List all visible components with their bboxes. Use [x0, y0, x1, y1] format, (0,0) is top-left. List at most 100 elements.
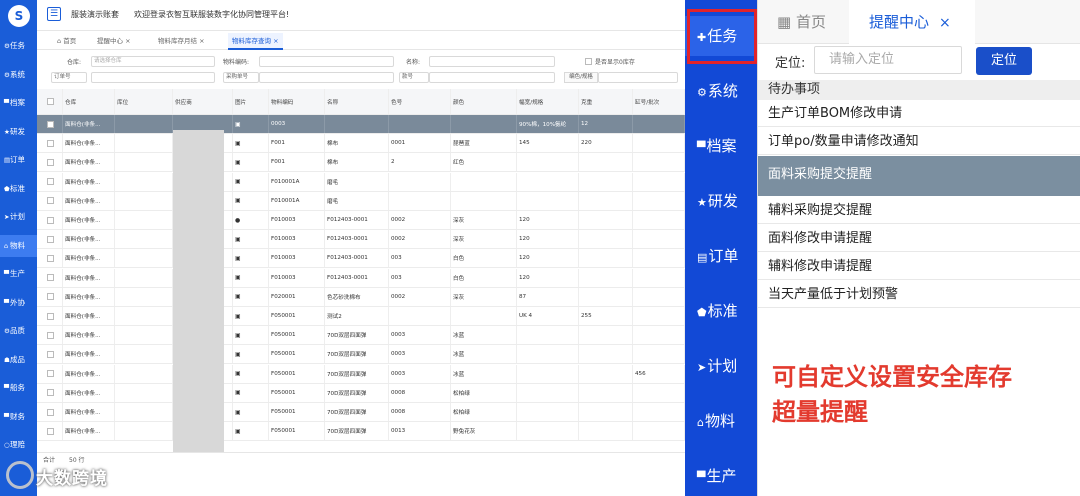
row-checkbox[interactable] — [47, 254, 54, 262]
menu-toggle-icon[interactable]: ☰ — [47, 7, 61, 21]
left-nav-item-11[interactable]: ☗成品 — [0, 349, 37, 371]
todo-item[interactable]: 当天产量低于计划预警 — [757, 281, 1080, 308]
table-row[interactable]: 面料仓(非条... ▣ F050001 70D双层四面弹 0003 冰蓝 — [37, 345, 685, 365]
left-nav-item-10[interactable]: ⚙品质 — [0, 320, 37, 342]
row-checkbox-cell[interactable] — [37, 230, 63, 249]
left-nav-item-14[interactable]: ○理赔 — [0, 434, 37, 456]
left-nav-item-5[interactable]: ⬟标准 — [0, 178, 37, 200]
left-nav-item-4[interactable]: ▤订单 — [0, 149, 37, 171]
table-row[interactable]: 面料仓(非条... ▣ F050001 70D双层四面弹 0003 冰蓝 — [37, 326, 685, 346]
left-nav-item-13[interactable]: ▀财务 — [0, 406, 37, 428]
order-no-input[interactable]: 订单号 — [51, 72, 87, 83]
table-row[interactable]: 面料仓(非条... ▣ F001 棉布 0001 琵琶蓝 145 220 — [37, 134, 685, 154]
left-nav-item-0[interactable]: ⚙任务 — [0, 35, 37, 57]
row-checkbox-cell[interactable] — [37, 287, 63, 306]
left-nav-item-12[interactable]: ▀船务 — [0, 377, 37, 399]
tab-material-monthly[interactable]: 物料库存月结 × — [158, 33, 205, 50]
purchase-no-value[interactable] — [259, 72, 394, 83]
table-row[interactable]: 面料仓(非条... ▣ F050001 测试2 UK 4 255 — [37, 307, 685, 326]
left-nav-item-9[interactable]: ▀外协 — [0, 292, 37, 314]
row-checkbox[interactable] — [47, 120, 54, 128]
row-checkbox[interactable] — [47, 427, 54, 435]
row-checkbox[interactable] — [47, 158, 54, 166]
left-nav-item-3[interactable]: ★研发 — [0, 121, 37, 143]
table-row[interactable]: 面料仓(非条... ▣ F010001A 磨毛 — [37, 172, 685, 192]
row-checkbox[interactable] — [47, 178, 54, 186]
row-checkbox-cell[interactable] — [37, 364, 63, 383]
row-checkbox-cell[interactable] — [37, 172, 63, 191]
todo-item[interactable]: 辅料采购提交提醒 — [757, 197, 1080, 224]
table-row[interactable]: 面料仓(非条... ▣ F050001 70D双层四面弹 0008 松柏绿 — [37, 403, 685, 422]
table-row[interactable]: 面料仓(非条... ▣ F050001 70D双层四面弹 0008 松柏绿 — [37, 383, 685, 403]
table-row[interactable]: 面料仓(非条... ▣ F010003 F012403-0001 003 白色 120 — [37, 249, 685, 269]
close-icon[interactable]: × — [939, 15, 951, 31]
column-header[interactable] — [37, 89, 63, 114]
right-nav-item-7[interactable]: ⌂物料 — [685, 401, 757, 441]
table-row[interactable]: 面料仓(非条... ● F010003 F012403-0001 0002 深灰 120 — [37, 211, 685, 230]
table-row[interactable]: 面料仓(非条... ▣ F050001 70D双层四面弹 0013 野兔花灰 — [37, 422, 685, 442]
row-checkbox[interactable] — [47, 370, 54, 378]
todo-item[interactable]: 生产订单BOM修改申请 — [757, 100, 1080, 127]
table-row[interactable]: 面料仓(非条... ▣ F010001A 磨毛 — [37, 191, 685, 211]
locate-input[interactable]: 请输入定位 — [814, 46, 962, 74]
row-checkbox-cell[interactable] — [37, 115, 63, 133]
row-checkbox[interactable] — [47, 139, 54, 147]
row-checkbox-cell[interactable] — [37, 345, 63, 364]
material-code-input[interactable] — [259, 56, 394, 67]
left-nav-item-1[interactable]: ⚙系统 — [0, 64, 37, 86]
right-nav-item-2[interactable]: ▀档案 — [685, 126, 757, 166]
row-checkbox-cell[interactable] — [37, 383, 63, 402]
color-spec-value[interactable] — [598, 72, 678, 83]
row-checkbox-cell[interactable] — [37, 403, 63, 421]
table-row[interactable]: 面料仓(非条... ▣ F050001 70D双层四面弹 0003 冰蓝 456 — [37, 364, 685, 384]
locate-button[interactable]: 定位 — [976, 47, 1032, 75]
show-zero-checkbox[interactable] — [585, 58, 592, 65]
order-no-value[interactable] — [91, 72, 215, 83]
style-no-input[interactable]: 款号 — [399, 72, 429, 83]
row-checkbox-cell[interactable] — [37, 326, 63, 345]
table-row[interactable]: 面料仓(非条... ▣ 0003 90%棉，10%氨纶 12 — [37, 115, 685, 134]
todo-item[interactable]: 面料采购提交提醒 — [757, 156, 1080, 196]
color-spec-button[interactable]: 编色/规格 — [564, 72, 598, 83]
left-nav-item-2[interactable]: ▀档案 — [0, 92, 37, 114]
todo-item[interactable]: 订单po/数量申请修改通知 — [757, 128, 1080, 155]
row-checkbox[interactable] — [47, 389, 54, 397]
row-checkbox-cell[interactable] — [37, 211, 63, 229]
right-nav-item-8[interactable]: ▀生产 — [685, 456, 757, 496]
row-checkbox-cell[interactable] — [37, 249, 63, 268]
table-row[interactable]: 面料仓(非条... ▣ F010003 F012403-0001 0002 深灰 120 — [37, 230, 685, 250]
table-row[interactable]: 面料仓(非条... ▣ F020001 色芯砂洗棉布 0002 深灰 87 — [37, 287, 685, 307]
style-no-value[interactable] — [429, 72, 555, 83]
row-checkbox-cell[interactable] — [37, 268, 63, 287]
right-nav-item-5[interactable]: ⬟标准 — [685, 291, 757, 331]
row-checkbox[interactable] — [47, 350, 54, 358]
tab-home[interactable]: ▦ 首页 — [777, 0, 826, 44]
row-checkbox[interactable] — [47, 312, 54, 320]
left-nav-item-6[interactable]: ➤计划 — [0, 206, 37, 228]
tab-material-stock-query[interactable]: 物料库存查询 × — [228, 33, 283, 50]
row-checkbox-cell[interactable] — [37, 307, 63, 325]
row-checkbox-cell[interactable] — [37, 422, 63, 441]
right-nav-item-1[interactable]: ⚙系统 — [685, 71, 757, 111]
todo-item[interactable]: 辅料修改申请提醒 — [757, 253, 1080, 280]
row-checkbox[interactable] — [47, 235, 54, 243]
table-row[interactable]: 面料仓(非条... ▣ F001 棉布 2 红色 — [37, 153, 685, 173]
warehouse-select[interactable]: 请选择仓库 — [91, 56, 215, 67]
row-checkbox[interactable] — [47, 293, 54, 301]
right-nav-item-4[interactable]: ▤订单 — [685, 236, 757, 276]
row-checkbox[interactable] — [47, 408, 54, 416]
right-nav-item-6[interactable]: ➤计划 — [685, 346, 757, 386]
name-input[interactable] — [429, 56, 555, 67]
row-checkbox[interactable] — [47, 331, 54, 339]
row-checkbox[interactable] — [47, 216, 54, 224]
left-nav-item-8[interactable]: ▀生产 — [0, 263, 37, 285]
todo-item[interactable]: 面料修改申请提醒 — [757, 225, 1080, 252]
row-checkbox[interactable] — [47, 274, 54, 282]
right-nav-item-3[interactable]: ★研发 — [685, 181, 757, 221]
left-nav-item-7[interactable]: ⌂ 物料 — [0, 234, 37, 257]
table-row[interactable]: 面料仓(非条... ▣ F010003 F012403-0001 003 白色 120 — [37, 268, 685, 288]
row-checkbox-cell[interactable] — [37, 153, 63, 172]
select-all-checkbox[interactable] — [47, 98, 54, 105]
row-checkbox-cell[interactable] — [37, 191, 63, 210]
purchase-no-input[interactable]: 采购单号 — [223, 72, 259, 83]
